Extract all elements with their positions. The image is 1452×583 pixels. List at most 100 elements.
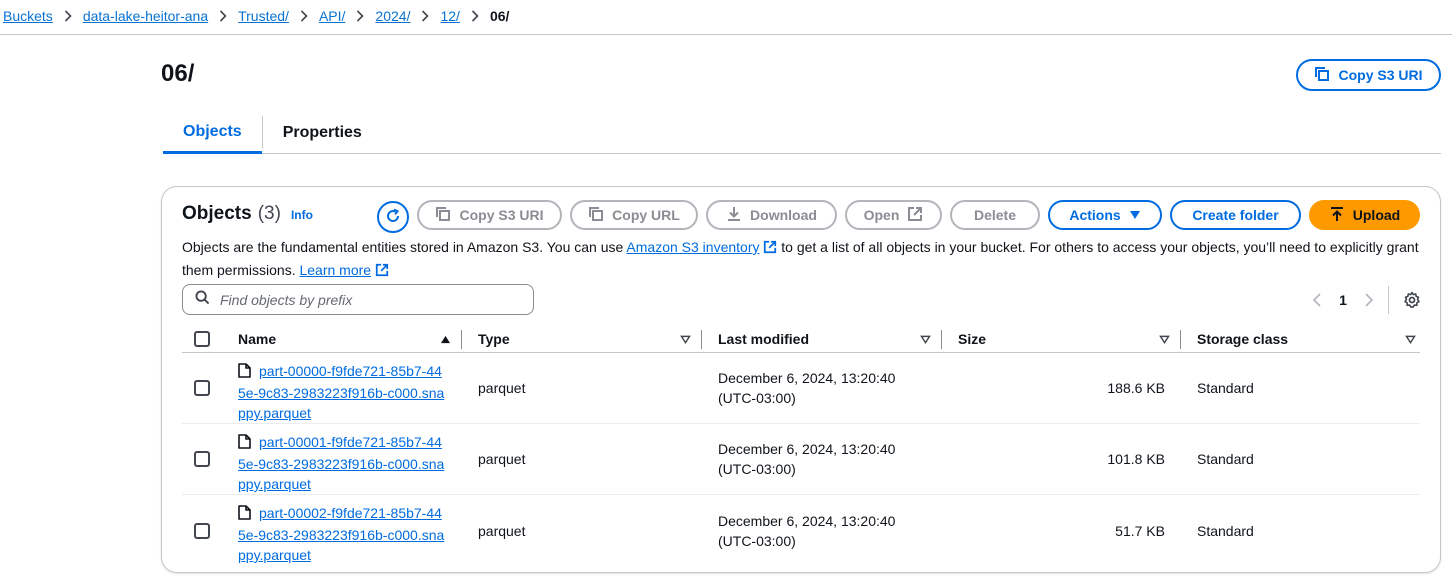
row-checkbox[interactable] [194, 451, 210, 467]
breadcrumb-api[interactable]: API/ [319, 8, 345, 24]
copy-icon [588, 206, 604, 225]
sort-descending-icon [1154, 335, 1174, 344]
search-box [182, 284, 534, 315]
objects-table: Name Type Last modified Size Storage cla [182, 326, 1420, 566]
pagination-divider [1388, 286, 1389, 314]
page-title: 06/ [161, 60, 195, 87]
upload-label: Upload [1352, 207, 1401, 223]
storage-class-cell: Standard [1197, 451, 1254, 467]
chevron-right-icon [300, 10, 308, 22]
objects-count: (3) [257, 203, 281, 224]
search-input[interactable] [220, 291, 520, 308]
chevron-right-icon [219, 10, 227, 22]
actions-dropdown-button[interactable]: Actions [1048, 200, 1162, 230]
page-number[interactable]: 1 [1330, 292, 1356, 308]
file-icon [238, 363, 251, 383]
object-link[interactable]: part-00001-f9fde721-85b7-445e-9c83-29832… [238, 434, 444, 492]
size-cell: 101.8 KB [1107, 451, 1165, 467]
chevron-right-icon[interactable] [1356, 287, 1382, 313]
gear-icon[interactable] [1399, 287, 1425, 313]
refresh-icon [385, 208, 401, 227]
breadcrumb: Buckets data-lake-heitor-ana Trusted/ AP… [3, 6, 509, 26]
modified-date: December 6, 2024, 13:20:40 [718, 512, 896, 529]
name-cell: part-00002-f9fde721-85b7-445e-9c83-29832… [222, 495, 462, 566]
sort-ascending-icon [435, 335, 455, 344]
open-label: Open [863, 207, 900, 223]
info-link[interactable]: Info [291, 208, 313, 222]
upload-icon [1329, 206, 1345, 225]
breadcrumb-buckets[interactable]: Buckets [3, 8, 53, 24]
file-icon [238, 505, 251, 525]
row-select-cell [182, 424, 222, 494]
column-storage-class[interactable]: Storage class [1181, 326, 1420, 352]
last-modified-cell: December 6, 2024, 13:20:40 (UTC-03:00) [702, 495, 942, 566]
tab-properties[interactable]: Properties [263, 112, 382, 153]
tab-bar: Objects Properties [163, 112, 1441, 154]
objects-title: Objects [182, 203, 252, 224]
external-link-icon [907, 206, 923, 225]
last-modified-cell: December 6, 2024, 13:20:40 (UTC-03:00) [702, 424, 942, 494]
chevron-right-icon [421, 10, 430, 22]
upload-button[interactable]: Upload [1309, 200, 1420, 230]
pagination: 1 [1304, 286, 1425, 314]
copy-url-button[interactable]: Copy URL [570, 200, 698, 230]
create-folder-button[interactable]: Create folder [1170, 200, 1301, 230]
chevron-right-icon [356, 10, 365, 22]
breadcrumb-current: 06/ [489, 8, 510, 24]
object-link[interactable]: part-00002-f9fde721-85b7-445e-9c83-29832… [238, 505, 444, 563]
column-last-modified-label: Last modified [718, 331, 810, 347]
column-size[interactable]: Size [942, 326, 1181, 352]
search-icon [195, 289, 210, 310]
row-select-cell [182, 353, 222, 423]
sort-descending-icon [915, 335, 935, 344]
size-cell: 51.7 KB [1115, 522, 1165, 539]
objects-heading: Objects (3) Info [182, 203, 313, 225]
open-button[interactable]: Open [845, 200, 942, 230]
modified-timezone: (UTC-03:00) [718, 390, 796, 406]
column-storage-class-label: Storage class [1197, 331, 1289, 347]
refresh-button[interactable] [377, 201, 409, 233]
row-checkbox[interactable] [194, 380, 210, 396]
name-cell: part-00000-f9fde721-85b7-445e-9c83-29832… [222, 353, 462, 423]
sort-descending-icon [675, 335, 695, 344]
external-link-icon [375, 262, 389, 283]
row-checkbox[interactable] [194, 522, 210, 539]
modified-timezone: (UTC-03:00) [718, 532, 796, 549]
download-label: Download [750, 207, 817, 223]
breadcrumb-12[interactable]: 12/ [440, 8, 459, 24]
column-name[interactable]: Name [222, 326, 462, 352]
external-link-icon [763, 239, 777, 260]
select-all-checkbox[interactable] [194, 331, 210, 347]
table-row: part-00002-f9fde721-85b7-445e-9c83-29832… [182, 495, 1420, 566]
learn-more-link[interactable]: Learn more [299, 262, 371, 278]
description-text: Objects are the fundamental entities sto… [182, 239, 627, 255]
modified-date: December 6, 2024, 13:20:40 [718, 441, 896, 457]
column-last-modified[interactable]: Last modified [702, 326, 942, 352]
s3-inventory-link[interactable]: Amazon S3 inventory [626, 239, 759, 255]
copy-icon [435, 206, 451, 225]
chevron-right-icon [64, 10, 72, 22]
tab-objects[interactable]: Objects [163, 112, 262, 154]
column-type-label: Type [478, 331, 510, 347]
breadcrumb-trusted[interactable]: Trusted/ [238, 8, 289, 24]
select-all-cell [182, 326, 222, 352]
chevron-right-icon [471, 10, 479, 22]
chevron-left-icon[interactable] [1304, 287, 1330, 313]
type-cell: parquet [478, 522, 526, 539]
download-button[interactable]: Download [706, 200, 837, 230]
delete-button[interactable]: Delete [950, 200, 1040, 230]
last-modified-cell: December 6, 2024, 13:20:40 (UTC-03:00) [702, 353, 942, 423]
file-icon [238, 434, 251, 454]
copy-s3-uri-disabled-button[interactable]: Copy S3 URI [417, 200, 562, 230]
breadcrumb-bucket[interactable]: data-lake-heitor-ana [83, 8, 208, 24]
object-link[interactable]: part-00000-f9fde721-85b7-445e-9c83-29832… [238, 363, 444, 421]
copy-url-label: Copy URL [612, 207, 680, 223]
storage-class-cell: Standard [1197, 522, 1254, 539]
breadcrumb-2024[interactable]: 2024/ [375, 8, 410, 24]
copy-icon [1314, 66, 1330, 85]
column-type[interactable]: Type [462, 326, 702, 352]
download-icon [726, 206, 742, 225]
caret-down-icon [1129, 207, 1141, 223]
copy-s3-uri-button[interactable]: Copy S3 URI [1296, 59, 1441, 91]
copy-s3-uri-label: Copy S3 URI [1338, 67, 1423, 83]
